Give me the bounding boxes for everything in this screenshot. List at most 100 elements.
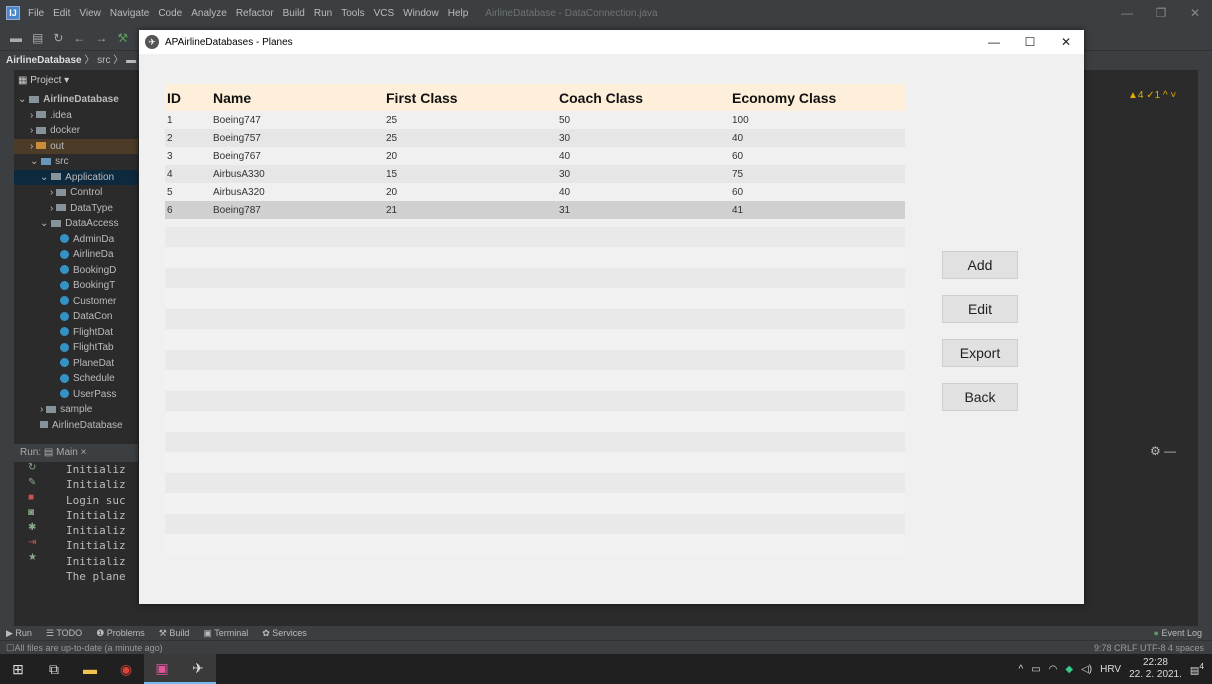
tree-item[interactable]: ⌄ AirlineDatabase <box>14 92 138 108</box>
inspection-widget[interactable]: ▲4 ✓1 ^ ˅ <box>1128 90 1176 101</box>
column-header-id[interactable]: ID <box>165 90 213 106</box>
bottom-tab-build[interactable]: ⚒ Build <box>159 628 190 639</box>
tree-item[interactable]: ⌄ Application <box>14 169 138 185</box>
breadcrumb-project[interactable]: AirlineDatabase <box>6 55 82 66</box>
tree-item[interactable]: AdminDa <box>14 232 138 248</box>
status-info[interactable]: 9:78 CRLF UTF-8 4 spaces <box>1094 643 1212 653</box>
menu-edit[interactable]: Edit <box>53 8 70 19</box>
bottom-tab-todo[interactable]: ☰ TODO <box>46 628 82 639</box>
menu-build[interactable]: Build <box>283 8 305 19</box>
table-row[interactable]: 4 AirbusA330 15 30 75 <box>165 165 905 183</box>
column-header-economy-class[interactable]: Economy Class <box>732 90 905 106</box>
maximize-icon[interactable]: ❐ <box>1144 0 1178 26</box>
maximize-icon[interactable]: ☐ <box>1012 30 1048 54</box>
column-header-first-class[interactable]: First Class <box>386 90 559 106</box>
clock[interactable]: 22:28 22. 2. 2021. <box>1129 657 1182 681</box>
tree-item[interactable]: Customer <box>14 294 138 310</box>
minimize-icon[interactable]: — <box>1110 0 1144 26</box>
package-icon <box>56 204 67 212</box>
wifi-icon[interactable]: ◠ <box>1049 664 1058 675</box>
back-button[interactable]: Back <box>942 383 1018 411</box>
minimize-icon[interactable]: — <box>976 30 1012 54</box>
exit-icon[interactable]: ⇥ <box>14 537 64 552</box>
console-line: Initializ <box>66 508 126 522</box>
tree-item[interactable]: › .idea <box>14 108 138 124</box>
volume-icon[interactable]: ◁) <box>1081 664 1092 675</box>
task-view-icon[interactable]: ⧉ <box>36 654 72 684</box>
run-config-tab[interactable]: Main <box>56 447 78 458</box>
network-icon[interactable]: ▭ <box>1031 664 1040 675</box>
open-folder-icon[interactable]: ▬ <box>10 31 22 45</box>
event-log-button[interactable]: ● Event Log <box>1154 628 1212 638</box>
tree-item[interactable]: › out <box>14 138 138 154</box>
tree-item[interactable]: DataCon <box>14 309 138 325</box>
tree-item[interactable]: AirlineDatabase <box>14 418 138 434</box>
windows-start-icon[interactable]: ⊞ <box>0 654 36 684</box>
menu-file[interactable]: File <box>28 8 44 19</box>
camera-icon[interactable]: ◙ <box>14 507 64 522</box>
tree-item[interactable]: ⌄ DataAccess <box>14 216 138 232</box>
tree-item[interactable]: › docker <box>14 123 138 139</box>
project-panel-header[interactable]: ▦ Project ▾ <box>14 72 144 90</box>
menu-view[interactable]: View <box>79 8 101 19</box>
menu-vcs[interactable]: VCS <box>374 8 395 19</box>
bottom-tab-services[interactable]: ✿ Services <box>262 628 307 639</box>
file-explorer-icon[interactable]: ▬ <box>72 654 108 684</box>
tree-item[interactable]: PlaneDat <box>14 356 138 372</box>
export-button[interactable]: Export <box>942 339 1018 367</box>
forward-arrow-icon[interactable]: → <box>95 31 107 45</box>
planes-table[interactable]: ID Name First Class Coach Class Economy … <box>165 84 905 555</box>
stop-icon[interactable]: ■ <box>14 492 64 507</box>
sync-icon[interactable]: ↻ <box>53 31 63 45</box>
tree-item[interactable]: › sample <box>14 402 138 418</box>
breadcrumb-src[interactable]: src <box>97 55 110 66</box>
menu-tools[interactable]: Tools <box>341 8 364 19</box>
tree-item[interactable]: BookingT <box>14 278 138 294</box>
menu-help[interactable]: Help <box>448 8 469 19</box>
add-button[interactable]: Add <box>942 251 1018 279</box>
rerun-icon[interactable]: ↻ <box>14 462 64 477</box>
java-app-taskbar-icon[interactable]: ✈ <box>180 654 216 684</box>
shield-icon[interactable]: ◆ <box>1065 664 1073 675</box>
bottom-tab-run[interactable]: ▶ Run <box>6 628 32 639</box>
menu-refactor[interactable]: Refactor <box>236 8 274 19</box>
tree-item[interactable]: Schedule <box>14 371 138 387</box>
tree-item[interactable]: ⌄ src <box>14 154 138 170</box>
tree-item[interactable]: › DataType <box>14 201 138 217</box>
tree-item[interactable]: UserPass <box>14 387 138 403</box>
tree-item[interactable]: BookingD <box>14 263 138 279</box>
debug-icon[interactable]: ✱ <box>14 522 64 537</box>
table-row[interactable]: 5 AirbusA320 20 40 60 <box>165 183 905 201</box>
build-hammer-icon[interactable]: ⚒ <box>117 31 128 45</box>
table-row[interactable]: 2 Boeing757 25 30 40 <box>165 129 905 147</box>
save-icon[interactable]: ▤ <box>32 31 43 45</box>
back-arrow-icon[interactable]: ← <box>73 31 85 45</box>
pin-icon[interactable]: ★ <box>14 552 64 567</box>
tree-item[interactable]: › Control <box>14 185 138 201</box>
settings-gear-icon[interactable]: ⚙ — <box>1150 444 1176 458</box>
menu-code[interactable]: Code <box>158 8 182 19</box>
close-icon[interactable]: ✕ <box>1178 0 1212 26</box>
menu-navigate[interactable]: Navigate <box>110 8 149 19</box>
notifications-icon[interactable]: ▤4 <box>1190 661 1204 676</box>
edit-button[interactable]: Edit <box>942 295 1018 323</box>
menu-run[interactable]: Run <box>314 8 332 19</box>
tree-item[interactable]: FlightDat <box>14 325 138 341</box>
menu-analyze[interactable]: Analyze <box>191 8 227 19</box>
bottom-tab-terminal[interactable]: ▣ Terminal <box>203 628 248 639</box>
wrench-icon[interactable]: ✎ <box>14 477 64 492</box>
tree-item[interactable]: AirlineDa <box>14 247 138 263</box>
column-header-coach-class[interactable]: Coach Class <box>559 90 732 106</box>
language-indicator[interactable]: HRV <box>1100 664 1121 675</box>
bottom-tab-problems[interactable]: ❶ Problems <box>96 628 145 639</box>
menu-window[interactable]: Window <box>403 8 439 19</box>
column-header-name[interactable]: Name <box>213 90 386 106</box>
tray-chevron-icon[interactable]: ^ <box>1019 664 1024 675</box>
table-row[interactable]: 1 Boeing747 25 50 100 <box>165 111 905 129</box>
table-row[interactable]: 3 Boeing767 20 40 60 <box>165 147 905 165</box>
close-icon[interactable]: ✕ <box>1048 30 1084 54</box>
intellij-taskbar-icon[interactable]: ▣ <box>144 654 180 684</box>
table-row-selected[interactable]: 6 Boeing787 21 31 41 <box>165 201 905 219</box>
tree-item[interactable]: FlightTab <box>14 340 138 356</box>
chrome-icon[interactable]: ◉ <box>108 654 144 684</box>
